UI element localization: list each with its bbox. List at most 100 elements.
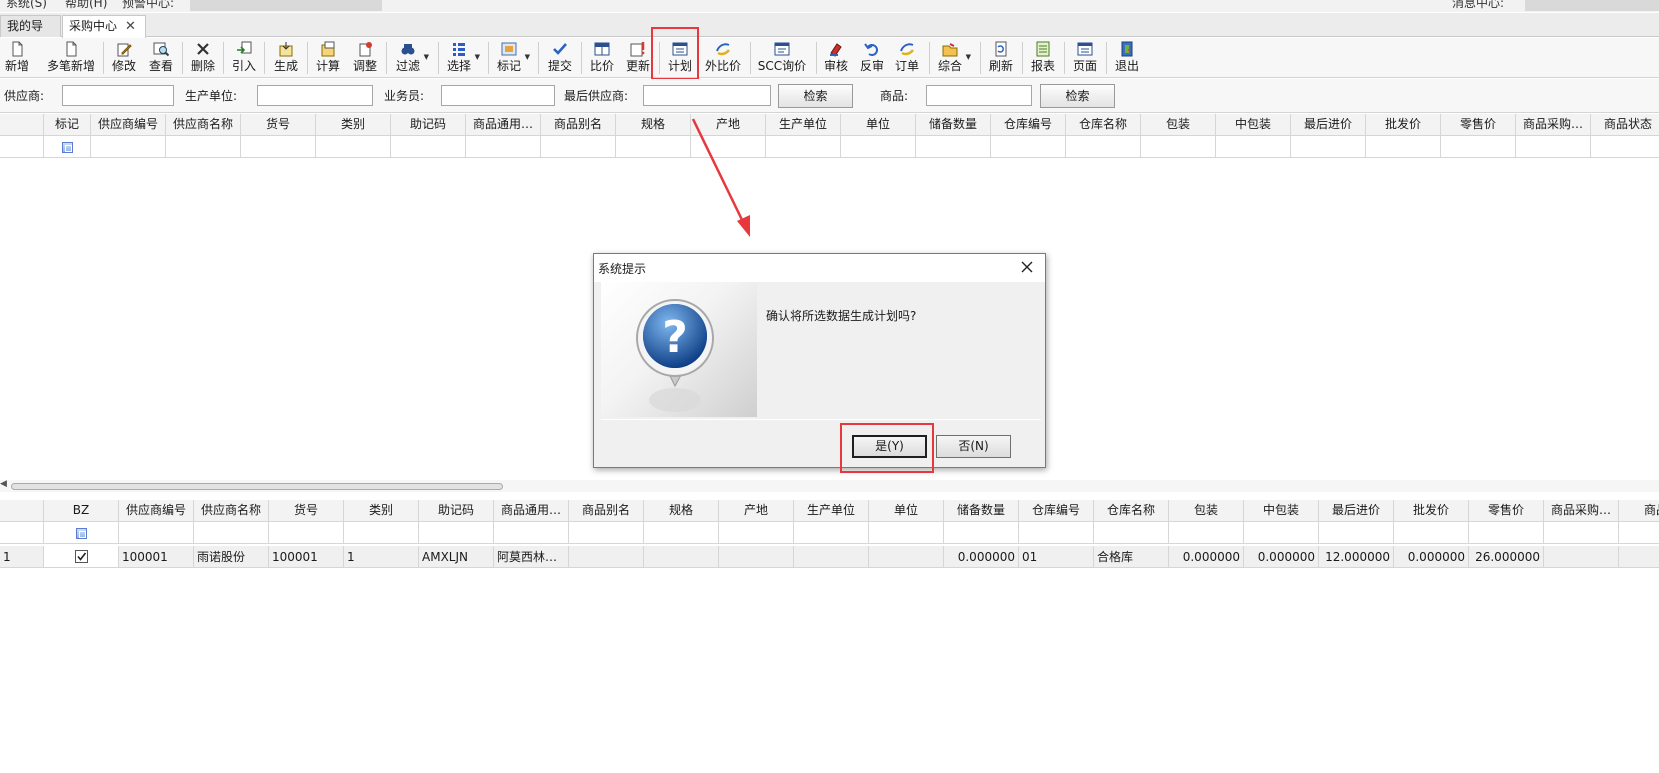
filter-cell[interactable] bbox=[616, 136, 691, 158]
filter-cell[interactable] bbox=[719, 522, 794, 544]
unit-cell[interactable] bbox=[869, 546, 944, 568]
filter-cell[interactable] bbox=[1169, 522, 1244, 544]
checkbox-checked-icon[interactable] bbox=[74, 550, 88, 563]
product-search-button[interactable]: 检索 bbox=[1040, 84, 1115, 108]
filter-cell[interactable] bbox=[644, 522, 719, 544]
scc-inquiry-button[interactable]: SCC询价 bbox=[757, 40, 807, 76]
wholesale-price-cell[interactable]: 0.000000 bbox=[1394, 546, 1469, 568]
column-header[interactable]: 零售价 bbox=[1441, 114, 1516, 136]
product-input[interactable] bbox=[926, 85, 1032, 106]
compare-button[interactable]: 比价 bbox=[588, 40, 616, 76]
generic-name-cell[interactable]: 阿莫西林… bbox=[494, 546, 569, 568]
column-header[interactable]: 商品状态 bbox=[1591, 114, 1659, 136]
filter-cell[interactable] bbox=[766, 136, 841, 158]
filter-cell[interactable] bbox=[1319, 522, 1394, 544]
column-header[interactable]: 单位 bbox=[841, 114, 916, 136]
status-cell[interactable] bbox=[1619, 546, 1659, 568]
table-row[interactable]: 1 100001 雨诺股份 100001 1 AMXLJN 阿莫西林… 0.00… bbox=[0, 546, 1659, 568]
order-button[interactable]: 订单 bbox=[893, 40, 921, 76]
report-button[interactable]: 报表 bbox=[1029, 40, 1057, 76]
filter-cell[interactable] bbox=[1441, 136, 1516, 158]
column-header[interactable] bbox=[0, 500, 44, 522]
column-header[interactable]: 生产单位 bbox=[766, 114, 841, 136]
filter-cell[interactable] bbox=[1019, 522, 1094, 544]
package-cell[interactable]: 0.000000 bbox=[1169, 546, 1244, 568]
row-checkbox[interactable] bbox=[44, 546, 119, 568]
menu-help[interactable]: 帮助(H) bbox=[65, 0, 107, 11]
mark-button[interactable]: 标记 ▼ bbox=[495, 40, 530, 76]
column-header[interactable]: 储备数量 bbox=[944, 500, 1019, 522]
column-header[interactable]: 商品 bbox=[1619, 500, 1659, 522]
filter-icon[interactable] bbox=[62, 141, 73, 153]
calculate-button[interactable]: 计算 bbox=[314, 40, 342, 76]
exit-button[interactable]: 退出 bbox=[1113, 40, 1141, 76]
supplier-name-cell[interactable]: 雨诺股份 bbox=[194, 546, 269, 568]
column-header[interactable]: 供应商名称 bbox=[194, 500, 269, 522]
filter-cell[interactable] bbox=[44, 522, 119, 544]
column-header[interactable]: 包装 bbox=[1141, 114, 1216, 136]
update-button[interactable]: 更新 bbox=[624, 40, 652, 76]
filter-cell[interactable] bbox=[344, 522, 419, 544]
delete-button[interactable]: 删除 bbox=[190, 40, 216, 76]
audit-button[interactable]: 审核 bbox=[822, 40, 850, 76]
column-header[interactable]: 供应商名称 bbox=[166, 114, 241, 136]
filter-cell[interactable] bbox=[194, 522, 269, 544]
column-header[interactable]: 商品采购… bbox=[1516, 114, 1591, 136]
filter-cell[interactable] bbox=[869, 522, 944, 544]
filter-cell[interactable] bbox=[1394, 522, 1469, 544]
manufacturer-input[interactable] bbox=[257, 85, 373, 106]
menu-system[interactable]: 系统(S) bbox=[6, 0, 47, 11]
filter-cell[interactable] bbox=[166, 136, 241, 158]
column-header[interactable]: BZ bbox=[44, 500, 119, 522]
multi-new-button[interactable]: 多笔新增 bbox=[46, 40, 96, 76]
filter-button[interactable]: 过滤 ▼ bbox=[394, 40, 429, 76]
tab-my-navigation[interactable]: 我的导航 bbox=[0, 15, 61, 53]
column-header[interactable]: 商品通用… bbox=[494, 500, 569, 522]
column-header[interactable]: 货号 bbox=[269, 500, 344, 522]
tab-purchase-center[interactable]: 采购中心 ✕ bbox=[62, 15, 146, 38]
alias-cell[interactable] bbox=[569, 546, 644, 568]
column-header[interactable]: 产地 bbox=[719, 500, 794, 522]
column-header[interactable]: 商品通用… bbox=[466, 114, 541, 136]
filter-cell[interactable] bbox=[841, 136, 916, 158]
column-header[interactable]: 商品采购… bbox=[1544, 500, 1619, 522]
generate-button[interactable]: 生成 bbox=[272, 40, 300, 76]
filter-cell[interactable] bbox=[1544, 522, 1619, 544]
edit-button[interactable]: 修改 bbox=[111, 40, 137, 76]
column-header[interactable]: 包装 bbox=[1169, 500, 1244, 522]
scroll-left-icon[interactable]: ◀ bbox=[0, 479, 7, 489]
search-button[interactable]: 检索 bbox=[778, 84, 853, 108]
close-icon[interactable]: ✕ bbox=[125, 19, 136, 34]
supplier-input[interactable] bbox=[62, 85, 174, 106]
warehouse-name-cell[interactable]: 合格库 bbox=[1094, 546, 1169, 568]
filter-cell[interactable] bbox=[1066, 136, 1141, 158]
column-header[interactable]: 储备数量 bbox=[916, 114, 991, 136]
filter-cell[interactable] bbox=[794, 522, 869, 544]
filter-cell[interactable] bbox=[466, 136, 541, 158]
horizontal-scrollbar[interactable]: ◀ bbox=[0, 479, 1659, 492]
column-header[interactable]: 产地 bbox=[691, 114, 766, 136]
column-header[interactable]: 商品别名 bbox=[541, 114, 616, 136]
filter-cell[interactable] bbox=[1244, 522, 1319, 544]
column-header[interactable]: 零售价 bbox=[1469, 500, 1544, 522]
column-header[interactable]: 助记码 bbox=[419, 500, 494, 522]
new-button[interactable]: 新增 bbox=[4, 40, 30, 76]
filter-cell[interactable] bbox=[1619, 522, 1659, 544]
supplier-code-cell[interactable]: 100001 bbox=[119, 546, 194, 568]
item-number-cell[interactable]: 100001 bbox=[269, 546, 344, 568]
salesman-input[interactable] bbox=[441, 85, 555, 106]
column-header[interactable]: 最后进价 bbox=[1319, 500, 1394, 522]
no-button[interactable]: 否(N) bbox=[936, 435, 1011, 458]
page-button[interactable]: 页面 bbox=[1071, 40, 1099, 76]
column-header[interactable]: 规格 bbox=[644, 500, 719, 522]
manufacturer-cell[interactable] bbox=[794, 546, 869, 568]
origin-cell[interactable] bbox=[719, 546, 794, 568]
column-header[interactable]: 供应商编号 bbox=[119, 500, 194, 522]
purchase-cell[interactable] bbox=[1544, 546, 1619, 568]
adjust-button[interactable]: 调整 bbox=[351, 40, 379, 76]
column-header[interactable]: 货号 bbox=[241, 114, 316, 136]
filter-cell[interactable] bbox=[1094, 522, 1169, 544]
filter-cell[interactable] bbox=[691, 136, 766, 158]
unaudit-button[interactable]: 反审 bbox=[858, 40, 886, 76]
submit-button[interactable]: 提交 bbox=[546, 40, 574, 76]
